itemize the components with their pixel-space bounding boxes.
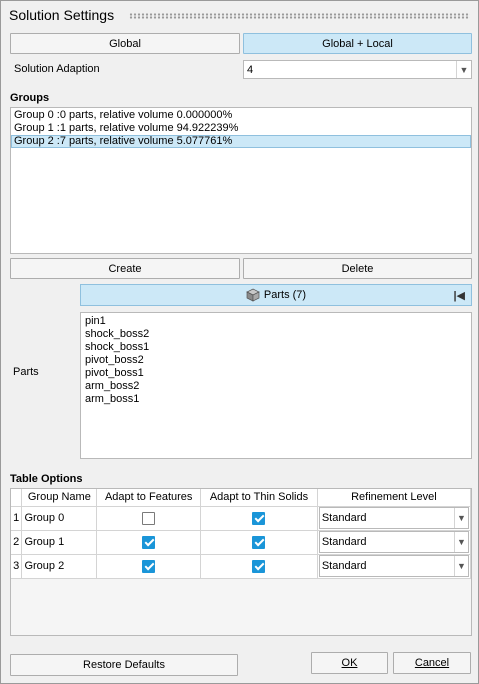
global-local-tab[interactable]: Global + Local — [243, 33, 472, 54]
adapt-thin-checkbox[interactable] — [252, 511, 266, 525]
groups-list[interactable]: Group 0 :0 parts, relative volume 0.0000… — [10, 107, 472, 254]
adapt-features-checkbox[interactable] — [142, 559, 156, 573]
column-header[interactable]: Refinement Level — [317, 489, 471, 507]
cancel-button[interactable]: Cancel — [393, 652, 471, 674]
adapt-features-checkbox[interactable] — [142, 511, 156, 525]
part-item[interactable]: pin1 — [82, 315, 471, 328]
title-bar[interactable]: Solution Settings — [9, 7, 470, 27]
table-options-label: Table Options — [10, 473, 83, 485]
column-header[interactable]: Adapt to Thin Solids — [200, 489, 318, 507]
chevron-down-icon[interactable]: ▼ — [454, 532, 468, 552]
part-item[interactable]: shock_boss1 — [82, 341, 471, 354]
row-header-corner — [11, 489, 23, 507]
column-header[interactable]: Adapt to Features — [96, 489, 202, 507]
group-item[interactable]: Group 0 :0 parts, relative volume 0.0000… — [11, 109, 471, 122]
dialog-title: Solution Settings — [9, 7, 115, 23]
adapt-thin-checkbox[interactable] — [252, 559, 266, 573]
refinement-value: Standard — [321, 560, 367, 572]
part-item[interactable]: pivot_boss1 — [82, 367, 471, 380]
table-row: 2 Group 1 Standard ▼ — [11, 530, 471, 555]
solution-adaption-label: Solution Adaption — [14, 63, 100, 75]
parts-collector[interactable]: Parts (7) |◀ — [80, 284, 472, 306]
solution-adaption-value: 4 — [247, 64, 254, 76]
refinement-value: Standard — [321, 512, 367, 524]
chevron-down-icon[interactable]: ▼ — [456, 61, 471, 78]
row-number: 2 — [11, 530, 23, 555]
refinement-value: Standard — [321, 536, 367, 548]
part-item[interactable]: arm_boss2 — [82, 380, 471, 393]
adapt-thin-checkbox[interactable] — [252, 535, 266, 549]
refinement-select[interactable]: Standard ▼ — [318, 555, 469, 577]
parts-list[interactable]: pin1 shock_boss2 shock_boss1 pivot_boss2… — [80, 312, 472, 459]
row-number: 3 — [11, 554, 23, 579]
group-name-cell[interactable]: Group 1 — [21, 530, 98, 555]
part-item[interactable]: shock_boss2 — [82, 328, 471, 341]
part-item[interactable]: arm_boss1 — [82, 393, 471, 406]
drag-grip[interactable] — [129, 13, 470, 19]
column-header[interactable]: Group Name — [21, 489, 98, 507]
chevron-down-icon[interactable]: ▼ — [454, 556, 468, 576]
group-name-cell[interactable]: Group 2 — [21, 554, 98, 579]
create-button[interactable]: Create — [10, 258, 240, 279]
cube-icon — [246, 288, 260, 302]
restore-defaults-button[interactable]: Restore Defaults — [10, 654, 238, 676]
groups-label: Groups — [10, 92, 50, 104]
ok-label: OK — [341, 657, 358, 669]
part-item[interactable]: pivot_boss2 — [82, 354, 471, 367]
delete-button[interactable]: Delete — [243, 258, 472, 279]
parts-header-label: Parts (7) — [263, 289, 307, 301]
adapt-features-checkbox[interactable] — [142, 535, 156, 549]
group-name-cell[interactable]: Group 0 — [21, 506, 98, 531]
chevron-down-icon[interactable]: ▼ — [454, 508, 468, 528]
global-tab[interactable]: Global — [10, 33, 240, 54]
table-row: 3 Group 2 Standard ▼ — [11, 554, 471, 579]
table-options-grid[interactable]: Group Name Adapt to Features Adapt to Th… — [10, 488, 472, 636]
solution-settings-dialog: Solution Settings Global Global + Local … — [0, 0, 479, 684]
group-item-selected[interactable]: Group 2 :7 parts, relative volume 5.0777… — [11, 135, 471, 148]
parts-label: Parts — [13, 366, 39, 378]
refinement-select[interactable]: Standard ▼ — [318, 507, 469, 529]
table-row: 1 Group 0 Standard ▼ — [11, 506, 471, 531]
group-item[interactable]: Group 1 :1 parts, relative volume 94.922… — [11, 122, 471, 135]
row-number: 1 — [11, 506, 23, 531]
refinement-select[interactable]: Standard ▼ — [318, 531, 469, 553]
collapse-icon[interactable]: |◀ — [453, 289, 465, 302]
solution-adaption-select[interactable]: 4 ▼ — [243, 60, 472, 79]
ok-button[interactable]: OK — [311, 652, 388, 674]
cancel-label: Cancel — [414, 657, 450, 669]
